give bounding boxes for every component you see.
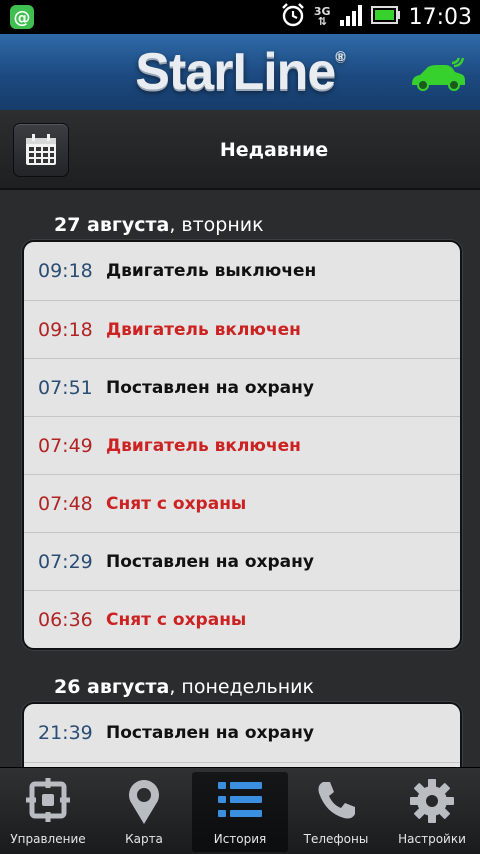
day-header: 27 августа, вторник — [54, 214, 264, 236]
alarm-clock-icon — [280, 2, 306, 32]
event-time: 21:39 — [38, 722, 93, 744]
event-text: Двигатель включен — [106, 435, 301, 456]
event-text: Снят с охраны — [106, 493, 247, 514]
brand-header: StarLine® — [0, 34, 480, 111]
event-row[interactable]: 09:18 Двигатель выключен — [24, 242, 460, 300]
day-header: 26 августа, понедельник — [54, 676, 314, 698]
event-time: 09:18 — [38, 260, 93, 282]
event-text: Двигатель включен — [106, 319, 301, 340]
toolbar: Недавние — [0, 110, 480, 190]
bottom-nav: Управление Карта История Телефоны Настро… — [0, 767, 480, 854]
nav-control[interactable]: Управление — [0, 772, 96, 852]
gear-icon — [410, 779, 454, 823]
event-row[interactable]: 06:36 Снят с охраны — [24, 590, 460, 648]
event-row[interactable]: 07:48 Снят с охраны — [24, 474, 460, 532]
event-row[interactable]: 09:18 Двигатель включен — [24, 300, 460, 358]
event-text: Двигатель выключен — [106, 261, 317, 281]
event-time: 07:49 — [38, 434, 93, 457]
event-text: Поставлен на охрану — [106, 723, 314, 743]
notification-at-icon: @ — [10, 5, 34, 33]
event-time: 07:29 — [38, 550, 93, 573]
event-text: Поставлен на охрану — [106, 551, 314, 572]
status-time: 17:03 — [408, 4, 472, 30]
event-row[interactable]: 07:49 Двигатель включен — [24, 416, 460, 474]
event-time: 06:36 — [38, 608, 93, 631]
signal-icon — [339, 4, 363, 30]
nav-settings[interactable]: Настройки — [384, 772, 480, 852]
page-title: Недавние — [219, 139, 329, 161]
event-text: Поставлен на охрану — [106, 377, 314, 398]
network-type: 3G ⇅ — [313, 5, 331, 28]
event-time: 07:48 — [38, 492, 93, 515]
nav-history[interactable]: История — [192, 772, 288, 852]
events-card: 09:18 Двигатель выключен 09:18 Двигатель… — [22, 240, 462, 650]
event-row[interactable]: 07:51 Поставлен на охрану — [24, 358, 460, 416]
status-bar: @ 3G ⇅ 17:03 — [0, 0, 480, 34]
nav-map[interactable]: Карта — [96, 772, 192, 852]
battery-icon — [370, 6, 401, 28]
control-icon — [26, 778, 70, 822]
event-row[interactable]: 07:29 Поставлен на охрану — [24, 532, 460, 590]
list-icon — [218, 782, 262, 817]
event-row[interactable]: 21:39 Поставлен на охрану — [24, 704, 460, 762]
history-list[interactable]: 27 августа, вторник 09:18 Двигатель выкл… — [0, 190, 480, 767]
car-status-icon[interactable] — [408, 54, 468, 98]
phone-icon — [318, 782, 355, 819]
events-card: 21:39 Поставлен на охрану — [22, 702, 462, 767]
nav-phones[interactable]: Телефоны — [288, 772, 384, 852]
svg-text:@: @ — [14, 8, 31, 28]
event-time: 07:51 — [38, 376, 93, 399]
map-pin-icon — [129, 780, 159, 824]
event-text: Снят с охраны — [106, 609, 247, 630]
event-time: 09:18 — [38, 318, 93, 341]
